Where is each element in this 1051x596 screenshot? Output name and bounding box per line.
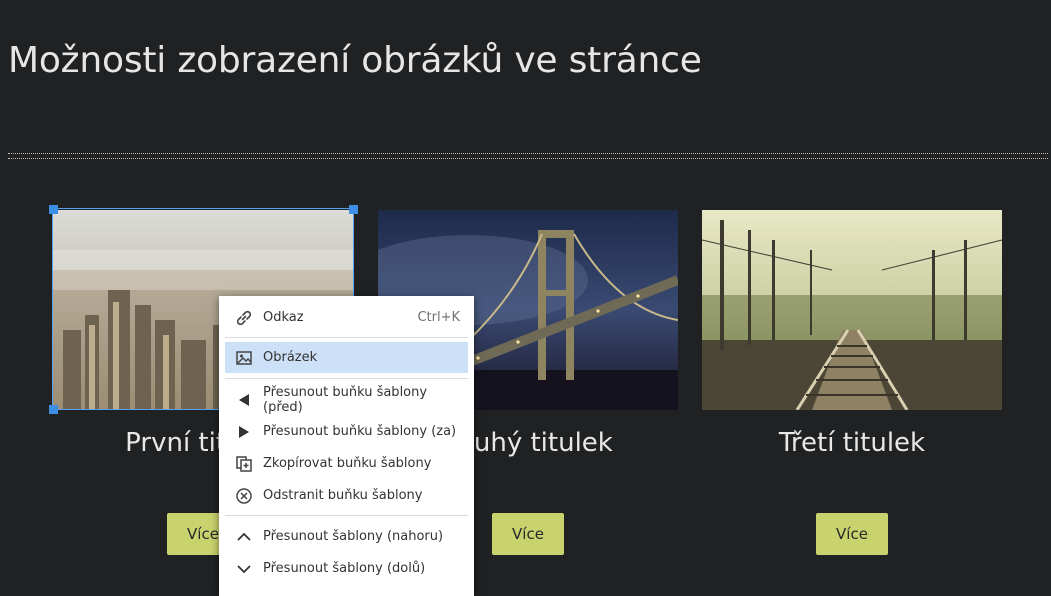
- menu-item-label: Odkaz: [263, 310, 304, 325]
- triangle-right-icon: [225, 416, 263, 447]
- menu-item-copy-cell[interactable]: Zkopírovat buňku šablony: [225, 448, 468, 479]
- menu-separator: [225, 515, 468, 516]
- triangle-left-icon: [225, 384, 263, 415]
- card-title: Třetí titulek: [778, 428, 926, 458]
- menu-item-label: Zkopírovat buňku šablony: [263, 456, 432, 471]
- menu-item-shortcut: Ctrl+K: [417, 310, 460, 325]
- card-3: Třetí titulek Více: [702, 210, 1002, 555]
- section-divider[interactable]: [8, 153, 1048, 159]
- page-title: Možnosti zobrazení obrázků ve stránce: [8, 40, 702, 81]
- chevron-up-icon: [225, 521, 263, 552]
- menu-item-link[interactable]: Odkaz Ctrl+K: [225, 302, 468, 333]
- menu-item-label: Přesunout šablony (nahoru): [263, 529, 444, 544]
- more-button[interactable]: Více: [816, 513, 888, 555]
- menu-item-label: Přesunout šablony (dolů): [263, 561, 426, 576]
- resize-handle-top-right[interactable]: [349, 205, 358, 214]
- menu-item-move-cell-before[interactable]: Přesunout buňku šablony (před): [225, 384, 468, 415]
- menu-item-label: Odstranit buňku šablony: [263, 488, 423, 503]
- link-icon: [225, 302, 263, 333]
- context-menu: Odkaz Ctrl+K Obrázek Přesunout buňku šab…: [219, 296, 474, 596]
- copy-add-icon: [225, 448, 263, 479]
- menu-item-delete-cell[interactable]: Odstranit buňku šablony: [225, 480, 468, 511]
- menu-item-label: Obrázek: [263, 350, 318, 365]
- railway-photo[interactable]: [702, 210, 1002, 410]
- menu-item-image[interactable]: Obrázek: [225, 342, 468, 373]
- resize-handle-top-left[interactable]: [49, 205, 58, 214]
- menu-item-move-cell-after[interactable]: Přesunout buňku šablony (za): [225, 416, 468, 447]
- menu-item-label: Přesunout buňku šablony (za): [263, 424, 457, 439]
- menu-separator: [225, 378, 468, 379]
- menu-separator: [225, 337, 468, 338]
- menu-item-move-template-down[interactable]: Přesunout šablony (dolů): [225, 553, 468, 584]
- image-icon: [225, 342, 263, 373]
- chevron-down-icon: [225, 553, 263, 584]
- circle-x-icon: [225, 480, 263, 511]
- more-button[interactable]: Více: [492, 513, 564, 555]
- menu-item-label: Přesunout buňku šablony (před): [263, 384, 428, 415]
- resize-handle-bottom-left[interactable]: [49, 405, 58, 414]
- menu-item-move-template-up[interactable]: Přesunout šablony (nahoru): [225, 521, 468, 552]
